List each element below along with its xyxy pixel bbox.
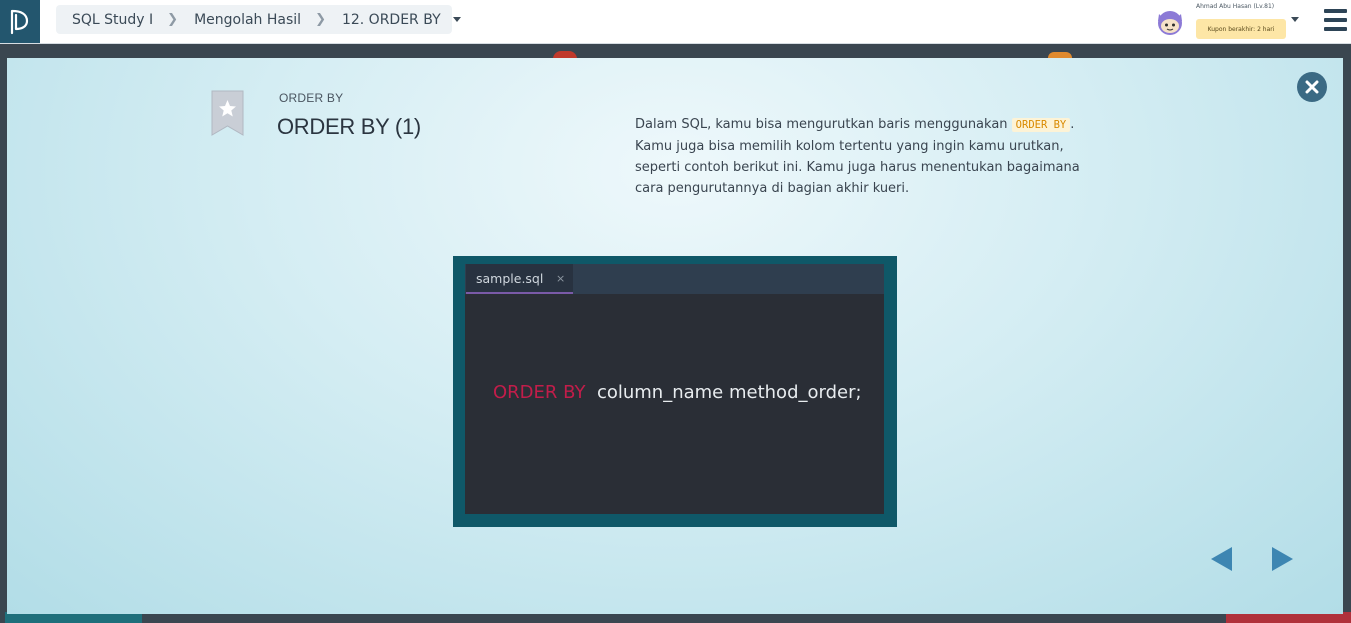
top-bar: SQL Study I ❯ Mengolah Hasil ❯ 12. ORDER… — [0, 0, 1351, 44]
slide-modal: ORDER BY ORDER BY (1) Dalam SQL, kamu bi… — [7, 58, 1343, 614]
menu-icon[interactable] — [1324, 9, 1347, 31]
user-name[interactable]: Ahmad Abu Hasan (Lv.81) — [1196, 3, 1274, 10]
description-text: Dalam SQL, kamu bisa mengurutkan baris m… — [635, 117, 1012, 132]
caret-down-icon[interactable] — [452, 17, 461, 22]
breadcrumb-course[interactable]: SQL Study I — [56, 12, 153, 28]
prev-arrow-icon[interactable] — [1211, 547, 1232, 571]
inline-code: ORDER BY — [1011, 118, 1071, 132]
coupon-badge[interactable]: Kupon berakhir: 2 hari — [1196, 19, 1286, 39]
next-arrow-icon[interactable] — [1272, 547, 1293, 571]
avatar-icon[interactable] — [1154, 6, 1186, 38]
caret-down-icon[interactable] — [1291, 17, 1299, 22]
sql-arguments: column_name method_order; — [596, 382, 862, 403]
editor-tab[interactable]: sample.sql × — [466, 264, 573, 294]
slide-subtitle: ORDER BY — [279, 91, 344, 105]
editor-tab-bar: sample.sql × — [465, 264, 884, 294]
logo-icon[interactable] — [0, 0, 40, 43]
close-icon[interactable] — [1297, 72, 1327, 102]
breadcrumb: SQL Study I ❯ Mengolah Hasil ❯ 12. ORDER… — [56, 5, 461, 34]
editor-tab-label: sample.sql — [476, 271, 544, 286]
bookmark-star-icon[interactable] — [211, 90, 244, 136]
tab-close-icon[interactable]: × — [556, 272, 565, 285]
breadcrumb-lesson[interactable]: 12. ORDER BY — [326, 12, 441, 28]
code-editor: sample.sql × ORDER BY column_name method… — [465, 264, 884, 514]
code-line: ORDER BY column_name method_order; — [493, 382, 862, 403]
chevron-right-icon: ❯ — [167, 12, 179, 27]
code-sample-frame: sample.sql × ORDER BY column_name method… — [453, 256, 897, 527]
sql-keyword: ORDER BY — [493, 382, 586, 403]
slide-description: Dalam SQL, kamu bisa mengurutkan baris m… — [635, 114, 1105, 199]
chevron-right-icon: ❯ — [315, 12, 326, 27]
breadcrumb-chapter[interactable]: Mengolah Hasil — [178, 12, 301, 28]
slide-title: ORDER BY (1) — [277, 114, 421, 139]
